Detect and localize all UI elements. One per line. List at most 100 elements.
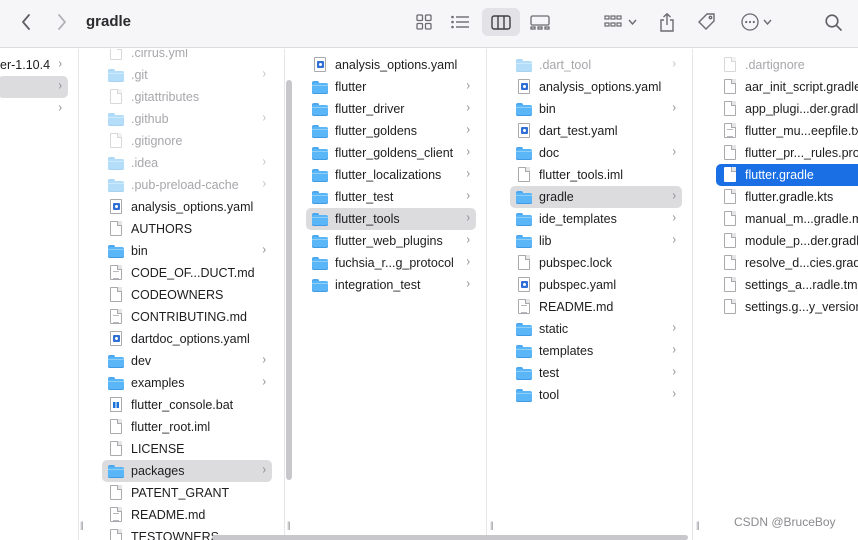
folder-row[interactable]: doc › (510, 142, 682, 164)
folder-row[interactable]: packages › (102, 460, 272, 482)
column-view-button[interactable] (482, 8, 520, 36)
file-row[interactable]: analysis_options.yaml (306, 54, 476, 76)
folder-row[interactable]: .dart_tool › (510, 54, 682, 76)
file-row[interactable]: flutter_root.iml (102, 416, 272, 438)
item-label: flutter (335, 80, 367, 94)
search-button[interactable] (820, 8, 846, 36)
column-1: .cirrus.yml .git › .gitattributes .github › .g… (92, 49, 284, 540)
folder-row[interactable]: static › (510, 318, 682, 340)
file-row[interactable]: app_plugi...der.gradle (716, 98, 858, 120)
chevron-right-icon: › (58, 100, 62, 116)
folder-row[interactable]: flutter_goldens › (306, 120, 476, 142)
list-view-button[interactable] (446, 8, 474, 36)
file-row[interactable]: flutter.gradle.kts (716, 186, 858, 208)
folder-row[interactable]: flutter_goldens_client › (306, 142, 476, 164)
file-row[interactable]: CODEOWNERS (102, 284, 272, 306)
folder-icon (108, 243, 124, 259)
folder-row[interactable]: bin › (510, 98, 682, 120)
file-row[interactable]: settings.g...y_version (716, 296, 858, 318)
folder-row[interactable]: dev › (102, 350, 272, 372)
chevron-right-icon: › (672, 320, 676, 336)
folder-row[interactable]: flutter_web_plugins › (306, 230, 476, 252)
document-icon (722, 299, 738, 315)
column-divider (78, 49, 79, 540)
folder-row[interactable]: .idea › (102, 152, 272, 174)
folder-row[interactable]: integration_test › (306, 274, 476, 296)
file-row[interactable]: .cirrus.yml (102, 49, 272, 64)
folder-row[interactable]: fuchsia_r...g_protocol › (306, 252, 476, 274)
icon-view-button[interactable] (410, 8, 438, 36)
chevron-right-icon: › (262, 154, 266, 170)
item-label: dartdoc_options.yaml (131, 332, 250, 346)
folder-row[interactable]: .git › (102, 64, 272, 86)
back-button[interactable] (14, 8, 38, 36)
gallery-view-button[interactable] (526, 8, 554, 36)
tags-button[interactable] (694, 8, 720, 36)
file-row[interactable]: analysis_options.yaml (510, 76, 682, 98)
file-row[interactable]: › (0, 98, 68, 120)
share-button[interactable] (654, 8, 680, 36)
folder-row[interactable]: flutter_test › (306, 186, 476, 208)
item-label: ide_templates (539, 212, 617, 226)
folder-row[interactable]: .pub-preload-cache › (102, 174, 272, 196)
column-resize-handle[interactable]: || (696, 520, 700, 530)
vertical-scrollbar[interactable] (286, 80, 292, 480)
file-row[interactable]: analysis_options.yaml (102, 196, 272, 218)
file-row[interactable]: LICENSE (102, 438, 272, 460)
file-row[interactable]: README.md (102, 504, 272, 526)
file-row[interactable]: manual_m...gradle.md (716, 208, 858, 230)
folder-row[interactable]: flutter_localizations › (306, 164, 476, 186)
file-row[interactable]: flutter.gradle (716, 164, 858, 186)
folder-row[interactable]: ide_templates › (510, 208, 682, 230)
column-resize-handle[interactable]: || (490, 520, 494, 530)
watermark: CSDN @BruceBoy (734, 515, 836, 529)
folder-row[interactable]: gradle › (510, 186, 682, 208)
folder-row[interactable]: tool › (510, 384, 682, 406)
file-row[interactable]: .gitignore (102, 130, 272, 152)
horizontal-scrollbar[interactable] (212, 535, 688, 540)
file-row[interactable]: PATENT_GRANT (102, 482, 272, 504)
file-row[interactable]: flutter_console.bat (102, 394, 272, 416)
folder-row[interactable]: .github › (102, 108, 272, 130)
folder-icon (108, 375, 124, 391)
file-row[interactable]: resolve_d...cies.gradle (716, 252, 858, 274)
file-row[interactable]: › (0, 76, 68, 98)
folder-row[interactable]: flutter_tools › (306, 208, 476, 230)
file-row[interactable]: flutter_mu...eepfile.txt (716, 120, 858, 142)
file-row[interactable]: module_p...der.gradle (716, 230, 858, 252)
column-resize-handle[interactable]: || (287, 520, 291, 530)
folder-row[interactable]: templates › (510, 340, 682, 362)
document-icon (722, 167, 738, 183)
file-row[interactable]: aar_init_script.gradle (716, 76, 858, 98)
folder-row[interactable]: flutter › (306, 76, 476, 98)
yaml-file-icon (516, 277, 532, 293)
item-label: flutter_goldens (335, 124, 418, 138)
chevron-right-icon: › (262, 110, 266, 126)
file-row[interactable]: settings_a...radle.tmpl (716, 274, 858, 296)
file-row[interactable]: CODE_OF...DUCT.md (102, 262, 272, 284)
folder-row[interactable]: bin › (102, 240, 272, 262)
file-row[interactable]: README.md (510, 296, 682, 318)
file-row[interactable]: .dartignore (716, 54, 858, 76)
file-row[interactable]: pubspec.lock (510, 252, 682, 274)
file-row[interactable]: er-1.10.4 › (0, 54, 68, 76)
item-label: flutter_driver (335, 102, 405, 116)
file-row[interactable]: flutter_tools.iml (510, 164, 682, 186)
file-row[interactable]: flutter_pr..._rules.pro (716, 142, 858, 164)
column-resize-handle[interactable]: || (80, 520, 84, 530)
file-row[interactable]: .gitattributes (102, 86, 272, 108)
folder-row[interactable]: test › (510, 362, 682, 384)
folder-row[interactable]: flutter_driver › (306, 98, 476, 120)
chevron-right-icon: › (262, 66, 266, 82)
folder-row[interactable]: examples › (102, 372, 272, 394)
file-row[interactable]: dartdoc_options.yaml (102, 328, 272, 350)
file-row[interactable]: CONTRIBUTING.md (102, 306, 272, 328)
action-menu-button[interactable] (736, 8, 776, 36)
file-row[interactable]: pubspec.yaml (510, 274, 682, 296)
file-row[interactable]: dart_test.yaml (510, 120, 682, 142)
file-row[interactable]: AUTHORS (102, 218, 272, 240)
group-by-button[interactable] (600, 8, 640, 36)
forward-button[interactable] (50, 8, 74, 36)
folder-row[interactable]: lib › (510, 230, 682, 252)
item-label: flutter_console.bat (131, 398, 234, 412)
